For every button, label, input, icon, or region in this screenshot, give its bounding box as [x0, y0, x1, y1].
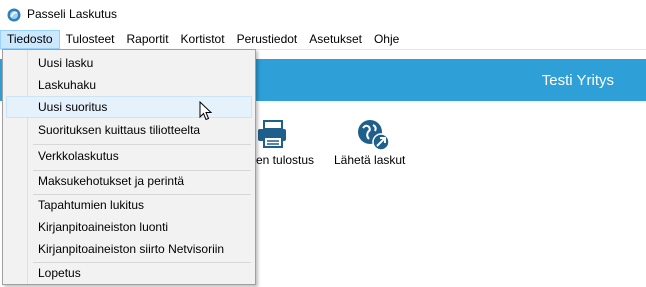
- menu-item-e-invoicing[interactable]: Verkkolaskutus: [6, 145, 252, 167]
- file-menu-dropdown: Uusi lasku Laskuhaku Uusi suoritus Suori…: [2, 49, 256, 285]
- print-button-label[interactable]: en tulostus: [256, 153, 314, 167]
- send-invoices-label[interactable]: Lähetä laskut: [334, 153, 405, 167]
- menu-item-reminders-collection[interactable]: Maksukehotukset ja perintä: [6, 170, 252, 192]
- menu-item-transfer-netvisor[interactable]: Kirjanpitoaineiston siirto Netvisoriin: [6, 238, 252, 260]
- menu-tulosteet[interactable]: Tulosteet: [60, 30, 121, 49]
- menu-raportit[interactable]: Raportit: [121, 30, 175, 49]
- title-bar: Passeli Laskutus: [0, 0, 646, 30]
- menu-bar: Tiedosto Tulosteet Raportit Kortistot Pe…: [0, 30, 646, 50]
- menu-perustiedot[interactable]: Perustiedot: [231, 30, 304, 49]
- menu-item-invoice-search[interactable]: Laskuhaku: [6, 74, 252, 96]
- menu-kortistot[interactable]: Kortistot: [175, 30, 231, 49]
- window-title: Passeli Laskutus: [27, 7, 118, 21]
- menu-ohje[interactable]: Ohje: [368, 30, 405, 49]
- menu-item-exit[interactable]: Lopetus: [6, 262, 252, 284]
- company-name: Testi Yritys: [541, 72, 614, 89]
- menu-tiedosto[interactable]: Tiedosto: [0, 30, 60, 49]
- mouse-cursor-icon: [199, 101, 213, 121]
- menu-item-create-accounting[interactable]: Kirjanpitoaineiston luonti: [6, 216, 252, 238]
- menu-item-lock-events[interactable]: Tapahtumien lukitus: [6, 194, 252, 216]
- menu-asetukset[interactable]: Asetukset: [303, 30, 368, 49]
- menu-item-new-invoice[interactable]: Uusi lasku: [6, 52, 252, 74]
- app-logo-icon: [7, 8, 21, 22]
- printer-icon[interactable]: [254, 119, 288, 149]
- menu-item-new-payment[interactable]: Uusi suoritus: [6, 96, 252, 118]
- send-invoices-icon[interactable]: [356, 119, 390, 151]
- menu-item-payment-from-statement[interactable]: Suorituksen kuittaus tiliotteelta: [6, 119, 252, 141]
